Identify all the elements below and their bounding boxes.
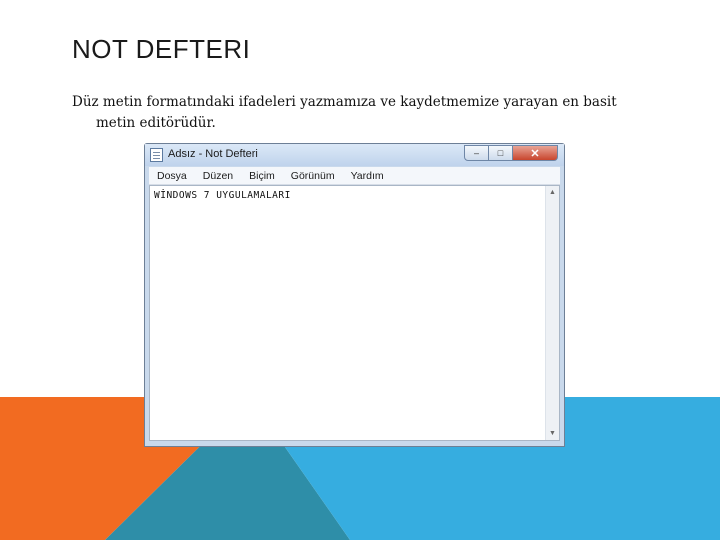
menu-dosya[interactable]: Dosya [157, 170, 187, 182]
notepad-icon [150, 148, 163, 162]
slide-description: Düz metin formatındaki ifadeleri yazmamı… [72, 92, 662, 134]
text-editor-area[interactable]: WİNDOWS 7 UYGULAMALARI ▲ ▼ [149, 185, 560, 441]
notepad-window: Adsız - Not Defteri – □ ✕ Dosya Düzen Bi… [144, 143, 565, 447]
window-titlebar[interactable]: Adsız - Not Defteri – □ ✕ [145, 144, 564, 166]
scroll-up-icon[interactable]: ▲ [546, 189, 559, 196]
window-title: Adsız - Not Defteri [168, 148, 258, 160]
menu-gorunum[interactable]: Görünüm [291, 170, 335, 182]
maximize-button[interactable]: □ [489, 145, 513, 161]
vertical-scrollbar[interactable]: ▲ ▼ [545, 186, 559, 440]
slide-title: NOT DEFTERI [72, 34, 251, 64]
close-button[interactable]: ✕ [513, 145, 558, 161]
description-line-1: Düz metin formatındaki ifadeleri yazmamı… [72, 94, 617, 110]
menu-duzen[interactable]: Düzen [203, 170, 233, 182]
window-controls: – □ ✕ [464, 145, 558, 162]
menu-bicim[interactable]: Biçim [249, 170, 275, 182]
scroll-down-icon[interactable]: ▼ [546, 430, 559, 437]
editor-content[interactable]: WİNDOWS 7 UYGULAMALARI [154, 190, 291, 201]
description-line-2: metin editörüdür. [96, 115, 216, 131]
menu-bar: Dosya Düzen Biçim Görünüm Yardım [149, 167, 560, 185]
menu-yardim[interactable]: Yardım [351, 170, 384, 182]
minimize-button[interactable]: – [464, 145, 489, 161]
